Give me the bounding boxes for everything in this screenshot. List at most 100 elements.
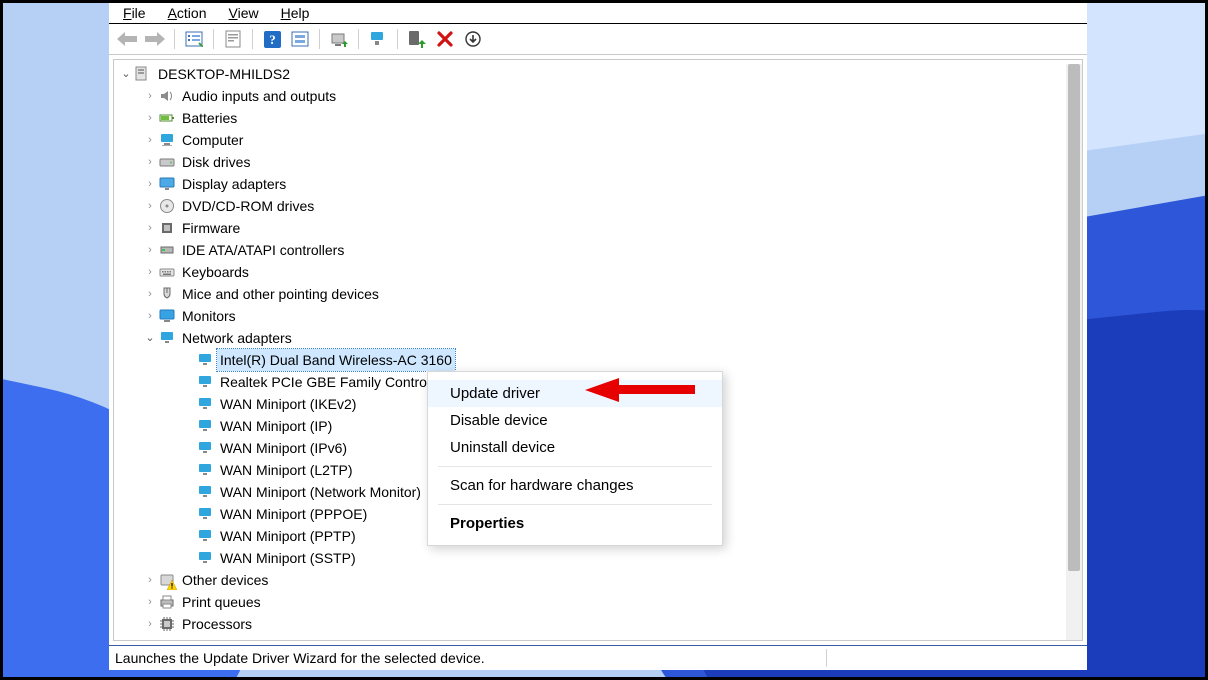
properties-button[interactable] <box>221 27 245 51</box>
expander-icon[interactable]: › <box>143 305 157 327</box>
tree-node-label: Intel(R) Dual Band Wireless-AC 3160 <box>217 349 455 371</box>
scrollbar-vertical[interactable] <box>1066 64 1082 640</box>
tree-node-label: Realtek PCIe GBE Family Controller <box>217 371 449 393</box>
expander-icon[interactable]: › <box>143 239 157 261</box>
help-button[interactable]: ? <box>260 27 284 51</box>
disable-device-button[interactable] <box>405 27 429 51</box>
nic-icon <box>196 439 214 457</box>
tree-device[interactable]: Intel(R) Dual Band Wireless-AC 3160 <box>119 349 1066 371</box>
context-properties[interactable]: Properties <box>428 510 722 537</box>
status-text: Launches the Update Driver Wizard for th… <box>115 650 826 666</box>
expander-icon[interactable]: › <box>143 217 157 239</box>
tree-node-label: DVD/CD-ROM drives <box>179 195 317 217</box>
scan-hardware-button[interactable] <box>288 27 312 51</box>
tree-node-label: Mice and other pointing devices <box>179 283 382 305</box>
tree-node-label: WAN Miniport (PPTP) <box>217 525 359 547</box>
tree-node-label: Print queues <box>179 591 264 613</box>
tree-node-label: WAN Miniport (PPPOE) <box>217 503 370 525</box>
expander-icon[interactable]: › <box>143 107 157 129</box>
display-icon <box>158 175 176 193</box>
menu-help[interactable]: Help <box>271 5 320 21</box>
menu-view[interactable]: View <box>219 5 269 21</box>
expander-icon[interactable]: › <box>143 283 157 305</box>
context-disable-device[interactable]: Disable device <box>428 407 722 434</box>
expander-icon[interactable]: › <box>143 151 157 173</box>
tree-node-label: Audio inputs and outputs <box>179 85 339 107</box>
expander-icon[interactable]: › <box>143 569 157 591</box>
tree-node-label: Display adapters <box>179 173 289 195</box>
tree-node-label: Keyboards <box>179 261 252 283</box>
tree-device[interactable]: WAN Miniport (SSTP) <box>119 547 1066 569</box>
tree-node-label: WAN Miniport (IP) <box>217 415 335 437</box>
expander-icon[interactable]: › <box>143 129 157 151</box>
tree-category[interactable]: ›Other devices <box>119 569 1066 591</box>
computer-icon <box>134 65 152 83</box>
tree-category[interactable]: ⌄ Network adapters <box>119 327 1066 349</box>
show-hide-tree-button[interactable] <box>182 27 206 51</box>
device-tree[interactable]: ⌄DESKTOP-MHILDS2›Audio inputs and output… <box>109 59 1066 645</box>
tree-node-label: DESKTOP-MHILDS2 <box>155 63 293 85</box>
tree-category[interactable]: › Audio inputs and outputs <box>119 85 1066 107</box>
network-icon <box>158 329 176 347</box>
tree-category[interactable]: › Print queues <box>119 591 1066 613</box>
mouse-icon <box>158 285 176 303</box>
menu-file[interactable]: File <box>113 5 156 21</box>
status-bar: Launches the Update Driver Wizard for th… <box>109 645 1087 670</box>
tree-category[interactable]: ›IDE ATA/ATAPI controllers <box>119 239 1066 261</box>
printer-icon <box>158 593 176 611</box>
firmware-icon <box>158 219 176 237</box>
menubar: File Action View Help <box>109 3 1087 24</box>
enable-device-button[interactable] <box>366 27 390 51</box>
tree-category[interactable]: › Processors <box>119 613 1066 635</box>
tree-category[interactable]: ›Disk drives <box>119 151 1066 173</box>
tree-category[interactable]: › Mice and other pointing devices <box>119 283 1066 305</box>
tree-node-label: Processors <box>179 613 255 635</box>
tree-node-label: WAN Miniport (IPv6) <box>217 437 350 459</box>
context-uninstall-device[interactable]: Uninstall device <box>428 434 722 461</box>
tree-node-label: WAN Miniport (IKEv2) <box>217 393 359 415</box>
expander-icon[interactable]: › <box>143 195 157 217</box>
nic-icon <box>196 505 214 523</box>
tree-category[interactable]: ›Batteries <box>119 107 1066 129</box>
context-scan-hardware[interactable]: Scan for hardware changes <box>428 472 722 499</box>
monitor-icon <box>158 307 176 325</box>
tree-category[interactable]: › Keyboards <box>119 261 1066 283</box>
nic-icon <box>196 461 214 479</box>
nic-icon <box>196 549 214 567</box>
tree-node-label: WAN Miniport (SSTP) <box>217 547 359 569</box>
cpu-icon <box>158 615 176 633</box>
expander-icon[interactable]: ⌄ <box>143 327 157 349</box>
tree-category[interactable]: ›Monitors <box>119 305 1066 327</box>
svg-text:?: ? <box>269 32 276 47</box>
expander-icon[interactable]: › <box>143 261 157 283</box>
tree-root[interactable]: ⌄ DESKTOP-MHILDS2 <box>119 63 1066 85</box>
device-manager-window: File Action View Help ? <box>109 3 1087 670</box>
context-menu: Update driver Disable device Uninstall d… <box>427 371 723 546</box>
tree-category[interactable]: › DVD/CD-ROM drives <box>119 195 1066 217</box>
expander-icon[interactable]: › <box>143 85 157 107</box>
audio-icon <box>158 87 176 105</box>
disk-icon <box>158 153 176 171</box>
expander-icon[interactable]: › <box>143 613 157 635</box>
uninstall-device-button[interactable] <box>433 27 457 51</box>
context-update-driver[interactable]: Update driver <box>428 380 722 407</box>
expander-icon[interactable]: › <box>143 173 157 195</box>
tree-category[interactable]: ›Firmware <box>119 217 1066 239</box>
update-driver-button[interactable] <box>327 27 351 51</box>
optical-icon <box>158 197 176 215</box>
tree-category[interactable]: › Display adapters <box>119 173 1066 195</box>
forward-button[interactable] <box>143 27 167 51</box>
tree-node-label: WAN Miniport (L2TP) <box>217 459 356 481</box>
back-button[interactable] <box>115 27 139 51</box>
more-options-button[interactable] <box>461 27 485 51</box>
expander-icon[interactable]: › <box>143 591 157 613</box>
nic-icon <box>196 417 214 435</box>
battery-icon <box>158 109 176 127</box>
nic-icon <box>196 351 214 369</box>
tree-node-label: Network adapters <box>179 327 295 349</box>
tree-category[interactable]: ›Computer <box>119 129 1066 151</box>
scrollbar-thumb[interactable] <box>1068 64 1080 571</box>
expander-icon[interactable]: ⌄ <box>119 63 133 85</box>
menu-action[interactable]: Action <box>158 5 217 21</box>
device-tree-panel: ⌄DESKTOP-MHILDS2›Audio inputs and output… <box>109 55 1087 645</box>
